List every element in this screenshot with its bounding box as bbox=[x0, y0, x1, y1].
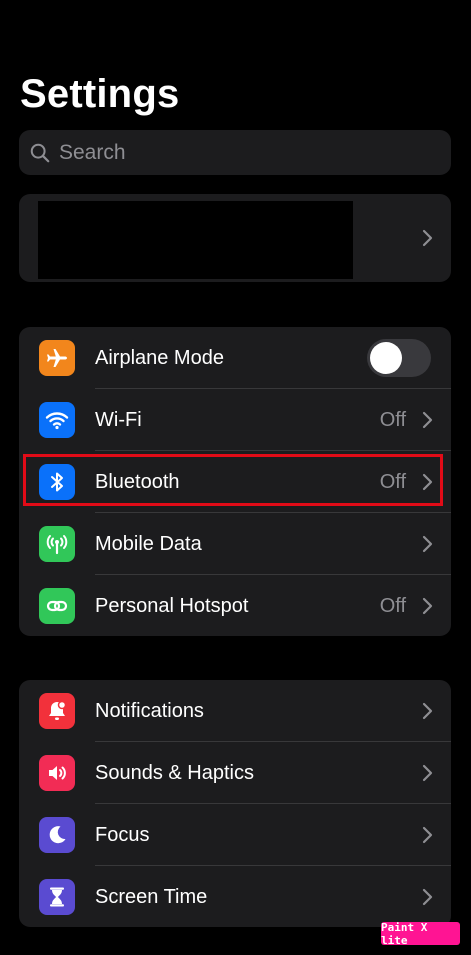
airplane-icon bbox=[39, 340, 75, 376]
paint-x-lite-watermark: Paint X lite bbox=[381, 921, 460, 947]
row-sounds-haptics[interactable]: Sounds & Haptics bbox=[19, 742, 451, 804]
chevron-right-icon bbox=[422, 826, 433, 844]
row-airplane-mode[interactable]: Airplane Mode bbox=[19, 327, 451, 389]
row-label: Sounds & Haptics bbox=[95, 761, 254, 784]
hotspot-icon bbox=[39, 588, 75, 624]
airplane-mode-toggle[interactable] bbox=[367, 339, 431, 377]
search-bar[interactable]: Search bbox=[19, 130, 451, 175]
row-personal-hotspot[interactable]: Personal Hotspot Off bbox=[19, 575, 451, 636]
chevron-right-icon bbox=[422, 535, 433, 553]
chevron-right-icon bbox=[422, 702, 433, 720]
row-notifications[interactable]: Notifications bbox=[19, 680, 451, 742]
row-label: Wi-Fi bbox=[95, 408, 142, 431]
chevron-right-icon bbox=[422, 597, 433, 615]
moon-icon bbox=[39, 817, 75, 853]
row-label: Mobile Data bbox=[95, 532, 202, 555]
row-label: Personal Hotspot bbox=[95, 594, 249, 617]
search-icon bbox=[30, 143, 50, 162]
redacted-profile-area bbox=[38, 201, 353, 279]
hotspot-status: Off bbox=[379, 594, 406, 617]
antenna-icon bbox=[39, 526, 75, 562]
wifi-status: Off bbox=[379, 408, 406, 431]
wifi-icon bbox=[39, 402, 75, 438]
chevron-right-icon bbox=[422, 764, 433, 782]
notifications-group: Notifications Sounds & Haptics Focus Scr… bbox=[19, 680, 451, 927]
bluetooth-status: Off bbox=[379, 470, 406, 493]
row-mobile-data[interactable]: Mobile Data bbox=[19, 513, 451, 575]
toggle-knob bbox=[370, 342, 402, 374]
row-label: Focus bbox=[95, 823, 150, 846]
apple-id-profile-row[interactable] bbox=[19, 194, 451, 282]
chevron-right-icon bbox=[422, 411, 433, 429]
chevron-right-icon bbox=[422, 229, 433, 247]
row-screen-time[interactable]: Screen Time bbox=[19, 866, 451, 927]
row-label: Airplane Mode bbox=[95, 346, 224, 369]
connectivity-group: Airplane Mode Wi-Fi Off Bluetooth Off Mo… bbox=[19, 327, 451, 636]
speaker-icon bbox=[39, 755, 75, 791]
row-focus[interactable]: Focus bbox=[19, 804, 451, 866]
row-label: Bluetooth bbox=[95, 470, 180, 493]
search-input[interactable]: Search bbox=[59, 141, 126, 165]
chevron-right-icon bbox=[422, 473, 433, 491]
page-title: Settings bbox=[20, 72, 180, 116]
row-label: Notifications bbox=[95, 699, 204, 722]
row-wifi[interactable]: Wi-Fi Off bbox=[19, 389, 451, 451]
bluetooth-icon bbox=[39, 464, 75, 500]
hourglass-icon bbox=[39, 879, 75, 915]
row-bluetooth[interactable]: Bluetooth Off bbox=[19, 451, 451, 513]
row-label: Screen Time bbox=[95, 885, 208, 908]
chevron-right-icon bbox=[422, 888, 433, 906]
bell-icon bbox=[39, 693, 75, 729]
